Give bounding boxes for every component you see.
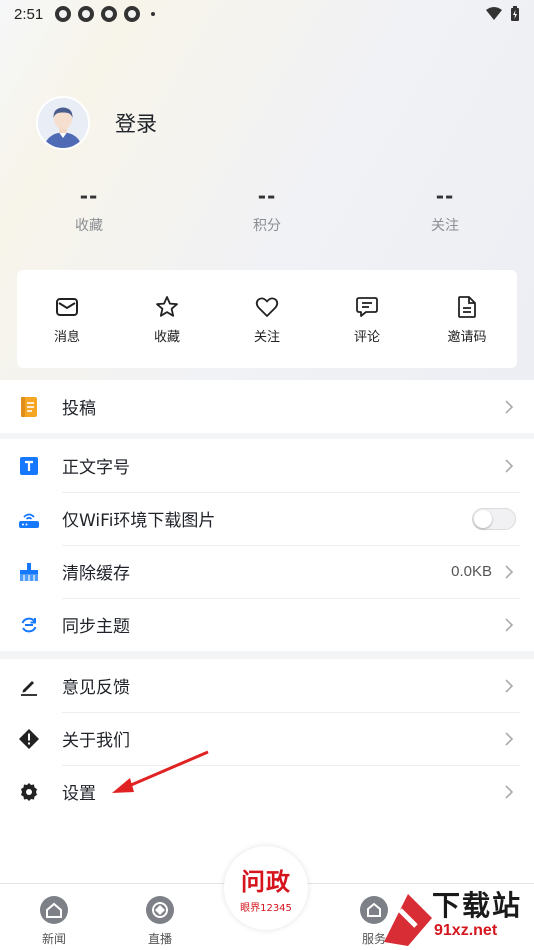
wifi-icon [486,7,502,20]
stat-favorites[interactable]: -- 收藏 [44,185,134,235]
heart-icon [255,297,279,317]
chevron-right-icon [505,564,514,579]
menu-label: 正文字号 [62,458,130,478]
stat-label: 积分 [253,218,281,234]
center-button-subtitle: 眼界12345 [240,899,292,914]
quick-actions-card: 消息 收藏 关注 评论 邀请码 [17,270,517,368]
menu-label: 同步主题 [62,617,130,637]
stat-label: 收藏 [75,218,103,234]
quick-action-messages[interactable]: 消息 [17,270,117,368]
home-icon [40,896,68,924]
quick-action-label: 关注 [253,330,280,345]
stat-following[interactable]: -- 关注 [400,185,490,235]
status-bar: 2:51 [0,0,534,28]
cache-size-value: 0.0KB [451,563,492,580]
sync-icon [18,614,40,636]
notification-icon [124,6,141,22]
menu-item-about-us[interactable]: 关于我们 [0,712,534,765]
submission-icon [18,396,40,418]
menu-group-contribute: 投稿 [0,380,534,433]
quick-action-label: 评论 [353,330,380,345]
stat-label: 关注 [431,218,459,234]
menu-label: 清除缓存 [62,564,130,584]
menu-item-font-size[interactable]: 正文字号 [0,439,534,492]
quick-action-following[interactable]: 关注 [217,270,317,368]
menu-item-wifi-only-images: 仅WiFi环境下载图片 [0,492,534,545]
stat-value: -- [79,184,99,208]
star-icon [156,296,178,317]
stat-points[interactable]: -- 积分 [222,185,312,235]
live-icon [146,896,174,924]
brush-icon [18,561,40,583]
chevron-right-icon [505,678,514,693]
profile-section[interactable]: 登录 [36,96,157,150]
notification-icon [55,6,72,22]
status-right [486,6,520,22]
stat-value: -- [435,184,455,208]
comment-icon [356,297,378,317]
avatar[interactable] [36,96,90,150]
menu-item-sync-theme[interactable]: 同步主题 [0,598,534,651]
menu-label: 投稿 [62,399,96,419]
menu-label: 意见反馈 [62,678,130,698]
mail-icon [56,298,78,316]
watermark-title: 下载站 [432,889,523,922]
menu-item-submit[interactable]: 投稿 [0,380,534,433]
menu-group-preferences: 正文字号 仅WiFi环境下载图片 清除缓存 0.0KB 同步主题 [0,439,534,651]
center-wenzheng-button[interactable]: 问政 眼界12345 [224,846,308,930]
chevron-right-icon [505,458,514,473]
chevron-right-icon [505,399,514,414]
status-time: 2:51 [14,5,44,23]
login-label[interactable]: 登录 [115,108,157,138]
watermark-logo [384,894,432,946]
stat-value: -- [257,184,277,208]
quick-action-favorites[interactable]: 收藏 [117,270,217,368]
quick-action-invite-code[interactable]: 邀请码 [417,270,517,368]
menu-item-feedback[interactable]: 意见反馈 [0,659,534,712]
battery-icon [511,6,519,21]
tab-live[interactable]: 直播 [130,896,190,947]
menu-item-clear-cache[interactable]: 清除缓存 0.0KB [0,545,534,598]
info-diamond-icon [18,728,40,750]
menu-item-settings[interactable]: 设置 [0,765,534,818]
chevron-right-icon [505,617,514,632]
tab-news[interactable]: 新闻 [24,896,84,947]
quick-action-comments[interactable]: 评论 [317,270,417,368]
router-icon [18,508,40,530]
quick-action-label: 收藏 [153,330,180,345]
chevron-right-icon [505,731,514,746]
font-size-icon [18,455,40,477]
wifi-only-toggle[interactable] [472,507,516,530]
watermark-url: 91xz.net [434,922,498,939]
site-watermark: 下载站 91xz.net [378,884,534,950]
menu-label: 仅WiFi环境下载图片 [62,511,216,531]
annotation-arrow-icon [112,750,209,793]
notification-icon [101,6,118,22]
tab-label: 新闻 [41,932,66,946]
notification-icons [55,6,156,22]
document-icon [458,296,476,318]
more-notifications-icon [151,12,156,16]
pencil-icon [18,675,40,697]
quick-action-label: 消息 [53,330,80,345]
tab-label: 直播 [147,932,172,946]
notification-icon [78,6,95,22]
gear-icon [18,781,40,803]
chevron-right-icon [505,784,514,799]
quick-action-label: 邀请码 [447,330,487,345]
center-button-title: 问政 [241,868,291,896]
